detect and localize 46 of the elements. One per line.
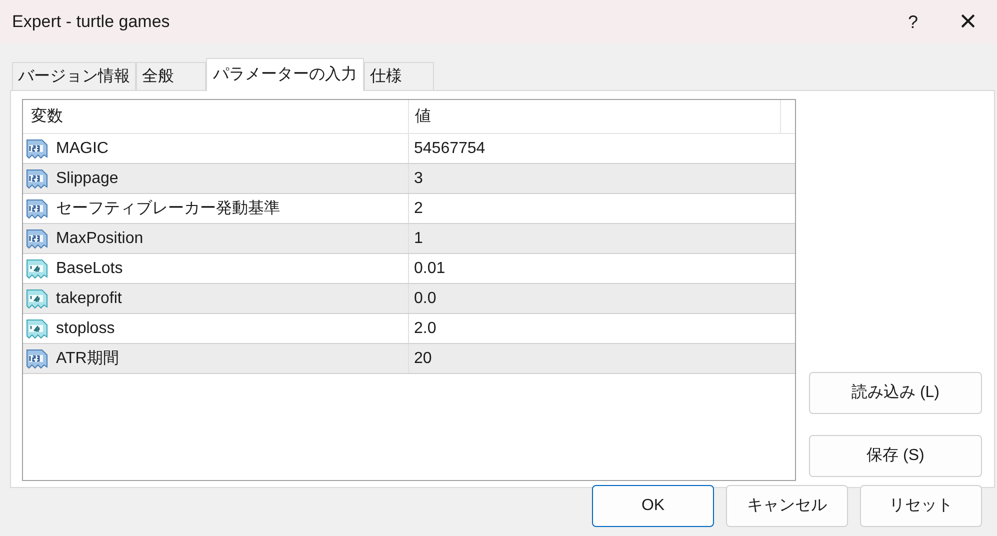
dialog-button[interactable]: リセット (860, 485, 982, 527)
table-row[interactable]: BaseLots 0.01 (23, 254, 795, 284)
table-row[interactable]: ATR期間 20 (23, 344, 795, 374)
parameter-name: Slippage (56, 168, 118, 188)
column-header[interactable]: 変数 (23, 100, 409, 133)
integer-type-icon (25, 348, 49, 370)
tab[interactable]: パラメーターの入力 (206, 58, 364, 91)
fraction-type-icon (25, 288, 49, 310)
parameter-value: 20 (414, 348, 432, 368)
parameter-value: 1 (414, 228, 423, 248)
parameter-name: takeprofit (56, 288, 122, 308)
parameter-name: セーフティブレーカー発動基準 (56, 198, 280, 218)
parameter-value: 0.0 (414, 288, 436, 308)
tab[interactable]: バージョン情報 (12, 62, 136, 90)
parameter-name: MaxPosition (56, 228, 144, 248)
integer-type-icon (25, 198, 49, 220)
parameter-value: 2.0 (414, 318, 436, 338)
parameter-value: 3 (414, 168, 423, 188)
parameter-name: MAGIC (56, 138, 108, 158)
parameter-name: stoploss (56, 318, 115, 338)
dialog-button[interactable]: キャンセル (726, 485, 848, 527)
tab[interactable]: 仕様 (364, 62, 434, 90)
window-title: Expert - turtle games (12, 11, 171, 34)
table-row[interactable]: stoploss 2.0 (23, 314, 795, 344)
integer-type-icon (25, 168, 49, 190)
parameter-value: 54567754 (414, 138, 486, 158)
tab[interactable]: 全般 (136, 62, 206, 90)
column-header[interactable]: 値 (409, 100, 781, 133)
integer-type-icon (25, 228, 49, 250)
table-row[interactable]: MAGIC 54567754 (23, 134, 795, 164)
fraction-type-icon (25, 318, 49, 340)
dialog-button[interactable]: OK (592, 485, 714, 527)
parameter-value: 0.01 (414, 258, 446, 278)
parameter-value: 2 (414, 198, 423, 218)
table-row[interactable]: Slippage 3 (23, 164, 795, 194)
fraction-type-icon (25, 258, 49, 280)
parameter-name: BaseLots (56, 258, 123, 278)
integer-type-icon (25, 138, 49, 160)
help-button[interactable]: ? (887, 0, 939, 44)
side-button[interactable]: 保存 (S) (809, 435, 982, 477)
table-row[interactable]: takeprofit 0.0 (23, 284, 795, 314)
close-button[interactable]: × (939, 0, 997, 44)
table-row[interactable]: MaxPosition 1 (23, 224, 795, 254)
table-row[interactable]: セーフティブレーカー発動基準 2 (23, 194, 795, 224)
side-button[interactable]: 読み込み (L) (809, 372, 982, 414)
parameter-name: ATR期間 (56, 348, 119, 368)
